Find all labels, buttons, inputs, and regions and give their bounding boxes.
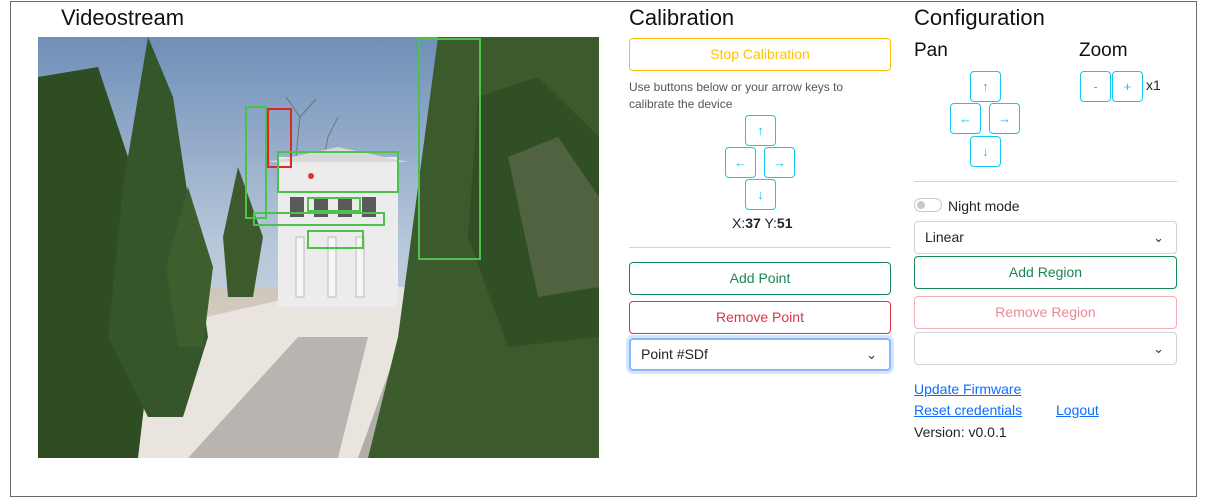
video-stream[interactable] [38, 37, 599, 458]
toggle-knob [917, 201, 925, 209]
logout-link[interactable]: Logout [1056, 402, 1099, 418]
configuration-divider [914, 181, 1177, 182]
pan-down-button[interactable]: ↓ [970, 136, 1001, 167]
zoom-level: x1 [1146, 77, 1161, 93]
region-select[interactable]: ⌄ [914, 332, 1177, 365]
videostream-title: Videostream [61, 5, 185, 30]
calibration-hint: Use buttons below or your arrow keys to … [629, 80, 844, 111]
night-mode-label: Night mode [948, 198, 1020, 214]
update-firmware-link[interactable]: Update Firmware [914, 381, 1021, 397]
y-value: 51 [776, 215, 793, 231]
calibration-title: Calibration [629, 5, 735, 30]
pan-right-button[interactable]: → [989, 103, 1020, 134]
zoom-out-button[interactable]: - [1080, 71, 1111, 102]
pan-left-button[interactable]: ← [950, 103, 981, 134]
chevron-down-icon: ⌄ [1153, 230, 1164, 245]
mode-select[interactable]: Linear ⌄ [914, 221, 1177, 254]
y-label: Y: [764, 215, 777, 231]
x-label: X: [732, 215, 746, 231]
chevron-down-icon: ⌄ [1153, 341, 1164, 356]
version-text: Version: v0.0.1 [914, 424, 1007, 440]
chevron-down-icon: ⌄ [866, 347, 877, 362]
calibration-left-button[interactable]: ← [725, 147, 756, 178]
stop-calibration-button[interactable]: Stop Calibration [629, 38, 891, 71]
configuration-title: Configuration [914, 5, 1045, 30]
remove-region-button[interactable]: Remove Region [914, 296, 1177, 329]
calibration-right-button[interactable]: → [764, 147, 795, 178]
calibration-up-button[interactable]: ↑ [745, 115, 776, 146]
pan-up-button[interactable]: ↑ [970, 71, 1001, 102]
point-select[interactable]: Point #SDf ⌄ [629, 338, 891, 371]
remove-point-button[interactable]: Remove Point [629, 301, 891, 334]
video-frame [38, 37, 599, 458]
zoom-title: Zoom [1079, 40, 1128, 61]
calibration-coordinates: X:37 Y:51 [732, 215, 793, 231]
point-select-value: Point #SDf [641, 346, 708, 362]
add-region-button[interactable]: Add Region [914, 256, 1177, 289]
mode-select-value: Linear [925, 229, 964, 245]
zoom-in-button[interactable]: + [1112, 71, 1143, 102]
x-value: 37 [745, 215, 761, 231]
night-mode-toggle[interactable] [914, 198, 942, 212]
calibration-divider [629, 247, 891, 248]
reset-credentials-link[interactable]: Reset credentials [914, 402, 1022, 418]
calibration-down-button[interactable]: ↓ [745, 179, 776, 210]
add-point-button[interactable]: Add Point [629, 262, 891, 295]
pan-title: Pan [914, 40, 948, 61]
